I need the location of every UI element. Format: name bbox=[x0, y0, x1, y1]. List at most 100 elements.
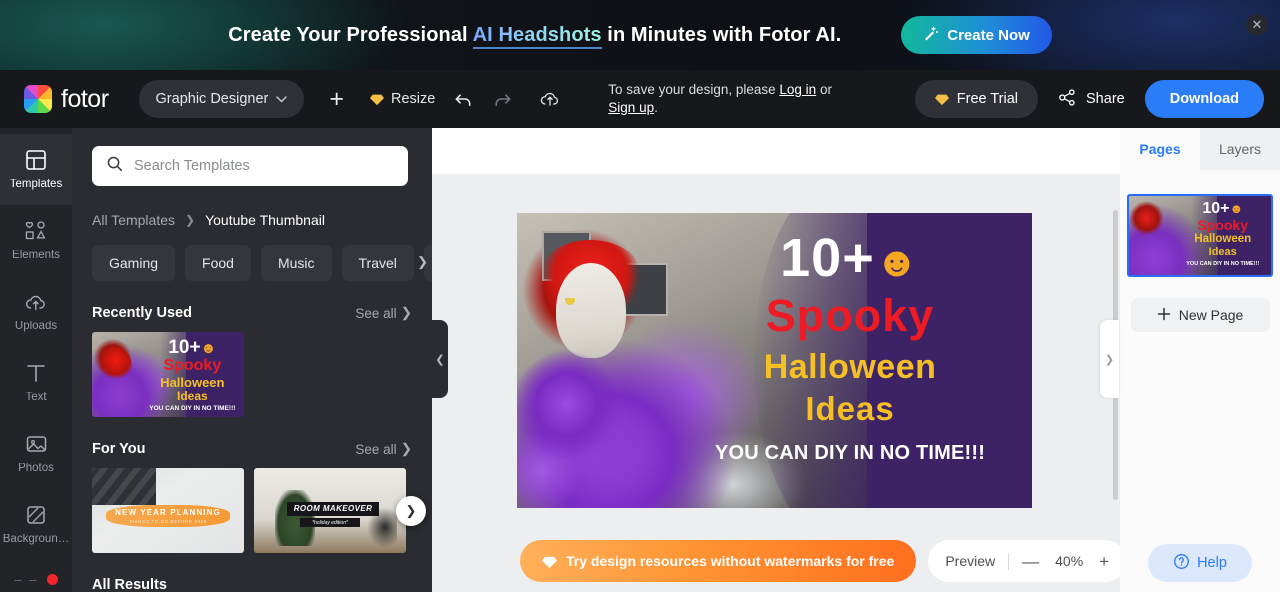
breadcrumb-all-templates[interactable]: All Templates bbox=[92, 212, 175, 228]
chip-gaming[interactable]: Gaming bbox=[92, 245, 176, 281]
close-icon[interactable]: ✕ bbox=[1246, 14, 1268, 36]
resize-label: Resize bbox=[390, 91, 436, 107]
sidebar-item-label: Backgroun… bbox=[2, 534, 70, 546]
promo-banner: Create Your Professional AI Headshots in… bbox=[0, 0, 1280, 70]
create-now-button[interactable]: Create Now bbox=[901, 16, 1052, 54]
sidebar-item-background[interactable]: Backgroun… bbox=[0, 489, 72, 560]
zoom-level-value: 40% bbox=[1055, 553, 1084, 569]
design-line-3: Halloween bbox=[763, 348, 937, 386]
page-thumb-line2: Spooky bbox=[1197, 217, 1249, 233]
sidebar-more-dashes: – – bbox=[14, 571, 39, 587]
login-link[interactable]: Log in bbox=[779, 82, 816, 97]
add-page-button[interactable]: + bbox=[320, 80, 353, 118]
category-chips: Gaming Food Music Travel Festiv ❯ bbox=[92, 245, 432, 281]
carousel-next-button[interactable]: ❯ bbox=[396, 495, 426, 526]
section-header-for-you: For You See all ❯ bbox=[92, 441, 412, 457]
design-canvas[interactable]: 10+☻ Spooky Halloween Ideas YOU CAN DIY … bbox=[517, 213, 1032, 508]
sidebar-item-uploads[interactable]: Uploads bbox=[0, 276, 72, 347]
mode-selector-label: Graphic Designer bbox=[155, 91, 269, 107]
mode-selector[interactable]: Graphic Designer bbox=[138, 80, 305, 118]
sidebar-item-templates[interactable]: Templates bbox=[0, 134, 72, 205]
promo-text-after: in Minutes with Fotor AI. bbox=[601, 23, 842, 46]
create-now-label: Create Now bbox=[947, 26, 1030, 44]
resize-button[interactable]: Resize bbox=[361, 80, 444, 118]
section-title: For You bbox=[92, 441, 146, 457]
chevron-right-icon: ❯ bbox=[400, 305, 412, 320]
see-all-recently-used[interactable]: See all ❯ bbox=[355, 305, 412, 321]
chip-music[interactable]: Music bbox=[260, 245, 332, 281]
page-thumbnail-1[interactable]: 10+☻ Spooky Halloween Ideas YOU CAN DIY … bbox=[1127, 194, 1273, 277]
thumb-subtitle: *holiday edition* bbox=[299, 518, 361, 528]
share-button[interactable]: Share bbox=[1052, 88, 1131, 111]
sidebar-item-elements[interactable]: Elements bbox=[0, 205, 72, 276]
collapse-right-panel-handle[interactable]: ❯ bbox=[1100, 320, 1119, 398]
thumb-title: ROOM MAKEOVER bbox=[287, 502, 379, 516]
collapse-left-panel-handle[interactable]: ❮ bbox=[432, 320, 448, 398]
design-line-1: 10+☻ bbox=[780, 228, 920, 288]
save-notice: To save your design, please Log in or Si… bbox=[608, 81, 848, 117]
diamond-premium-icon bbox=[934, 92, 949, 106]
thumb-line2: Spooky bbox=[163, 357, 222, 374]
for-you-row: NEW YEAR PLANNING THINGS TO DO BEFORE 20… bbox=[92, 468, 426, 553]
section-header-recently-used: Recently Used See all ❯ bbox=[92, 305, 412, 321]
purple-smoke bbox=[517, 319, 682, 508]
zoom-divider bbox=[1008, 552, 1010, 570]
pages-panel-tabs: Pages Layers bbox=[1120, 128, 1280, 170]
zoom-controls: Preview — 40% + bbox=[928, 540, 1127, 582]
save-notice-or: or bbox=[816, 82, 832, 97]
tab-layers[interactable]: Layers bbox=[1200, 128, 1280, 170]
question-circle-icon bbox=[1173, 553, 1190, 574]
design-line-4: Ideas bbox=[805, 390, 895, 427]
undo-arrow-icon[interactable] bbox=[444, 80, 483, 118]
template-card-room-makeover[interactable]: ROOM MAKEOVER *holiday edition* bbox=[254, 468, 406, 553]
thumb-title: NEW YEAR PLANNING bbox=[115, 508, 221, 518]
save-notice-prefix: To save your design, please bbox=[608, 82, 780, 97]
see-all-for-you[interactable]: See all ❯ bbox=[355, 441, 412, 457]
template-card-new-year[interactable]: NEW YEAR PLANNING THINGS TO DO BEFORE 20… bbox=[92, 468, 244, 553]
zoom-in-button[interactable]: + bbox=[1099, 553, 1109, 570]
brand-logo[interactable]: fotor bbox=[24, 85, 109, 114]
sidebar-item-photos[interactable]: Photos bbox=[0, 418, 72, 489]
diamond-premium-icon bbox=[542, 554, 557, 569]
download-button[interactable]: Download bbox=[1144, 80, 1264, 118]
pages-panel: Pages Layers 10+☻ Spooky Halloween Ideas… bbox=[1120, 128, 1280, 592]
sidebar-more-row[interactable]: – – bbox=[0, 566, 72, 592]
signup-link[interactable]: Sign up bbox=[608, 100, 654, 115]
section-header-all-results: All Results bbox=[92, 577, 412, 592]
chevron-right-icon: ❯ bbox=[400, 441, 412, 456]
see-all-label: See all bbox=[355, 305, 397, 321]
chip-food[interactable]: Food bbox=[185, 245, 251, 281]
sidebar-item-label: Elements bbox=[12, 250, 60, 262]
preview-button[interactable]: Preview bbox=[945, 553, 995, 569]
cloud-upload-icon[interactable] bbox=[530, 80, 570, 118]
new-page-button[interactable]: New Page bbox=[1130, 298, 1270, 332]
help-button[interactable]: Help bbox=[1148, 544, 1252, 582]
template-card-halloween[interactable]: 10+☻ Spooky Halloween Ideas YOU CAN DIY … bbox=[92, 332, 244, 417]
thumbnail-keyboard bbox=[92, 468, 156, 506]
breadcrumb: All Templates ❯ Youtube Thumbnail bbox=[92, 212, 412, 228]
share-nodes-icon bbox=[1058, 88, 1077, 111]
search-templates-box[interactable] bbox=[92, 146, 408, 186]
chip-travel[interactable]: Travel bbox=[341, 245, 414, 281]
chips-next-icon[interactable]: ❯ bbox=[417, 254, 428, 270]
chevron-down-icon bbox=[276, 91, 288, 107]
redo-arrow-icon[interactable] bbox=[483, 80, 522, 118]
zoom-out-button[interactable]: — bbox=[1022, 553, 1039, 570]
cloud-upload-icon bbox=[24, 290, 48, 314]
free-trial-button[interactable]: Free Trial bbox=[914, 80, 1039, 118]
thumb-line4: Ideas bbox=[176, 389, 208, 403]
help-label: Help bbox=[1197, 555, 1227, 571]
sidebar-item-label: Templates bbox=[9, 179, 63, 191]
page-thumb-line1: 10+☻ bbox=[1202, 200, 1244, 217]
templates-grid-icon bbox=[25, 148, 47, 172]
sidebar-item-label: Photos bbox=[18, 463, 54, 475]
section-title: All Results bbox=[92, 577, 167, 592]
page-thumb-line4: Ideas bbox=[1208, 245, 1237, 258]
thumbnail-band: NEW YEAR PLANNING THINGS TO DO BEFORE 20… bbox=[105, 505, 231, 527]
remove-watermark-button[interactable]: Try design resources without watermarks … bbox=[520, 540, 917, 582]
tab-pages[interactable]: Pages bbox=[1120, 128, 1200, 170]
sidebar-item-label: Text bbox=[25, 392, 47, 404]
search-input[interactable] bbox=[134, 158, 394, 174]
sidebar-item-text[interactable]: Text bbox=[0, 347, 72, 418]
canvas-bottom-bar: Try design resources without watermarks … bbox=[432, 530, 1127, 592]
